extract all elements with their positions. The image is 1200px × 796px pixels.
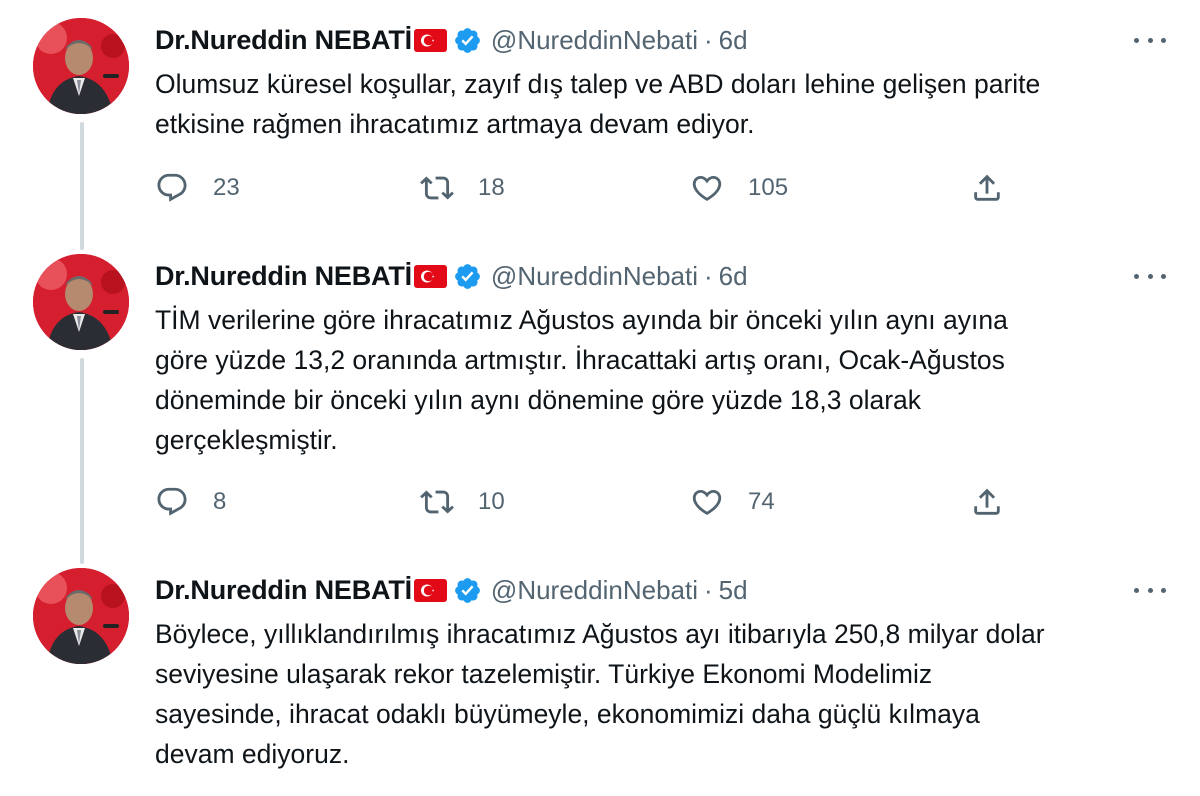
author-name[interactable]: Dr.Nureddin NEBATİ — [155, 261, 412, 292]
tweet-text: TİM verilerine göre ihracatımız Ağustos … — [155, 300, 1165, 460]
reply-icon — [157, 173, 187, 202]
tweet-text-line: sayesinde, ihracat odaklı büyümeyle, eko… — [155, 699, 980, 729]
avatar[interactable] — [33, 254, 129, 350]
separator: · — [703, 24, 713, 55]
reply-count: 23 — [213, 174, 240, 201]
retweet-count: 18 — [478, 174, 505, 201]
avatar[interactable] — [33, 568, 129, 664]
author-name[interactable]: Dr.Nureddin NEBATİ — [155, 25, 412, 56]
heart-icon — [692, 175, 722, 201]
separator: · — [703, 260, 713, 291]
share-icon — [974, 488, 1000, 515]
tweet-header: Dr.Nureddin NEBATİ @NureddinNebati · 6d — [155, 22, 748, 58]
tweet-header: Dr.Nureddin NEBATİ @NureddinNebati · 5d — [155, 572, 748, 608]
turkey-flag-icon — [413, 264, 447, 288]
avatar[interactable] — [33, 18, 129, 114]
verified-badge-icon[interactable] — [453, 576, 482, 605]
reply-count: 8 — [213, 488, 227, 515]
tweet-text-line: TİM verilerine göre ihracatımız Ağustos … — [155, 305, 1008, 335]
tweet-text-line: göre yüzde 13,2 oranında artmıştır. İhra… — [155, 345, 1005, 375]
tweet-actions: 8 10 74 — [155, 482, 1015, 522]
verified-badge-icon[interactable] — [453, 26, 482, 55]
tweet-text: Böylece, yıllıklandırılmış ihracatımız A… — [155, 614, 1165, 774]
tweet-text-line: gerçekleşmiştir. — [155, 425, 338, 455]
retweet-button[interactable]: 10 — [420, 482, 505, 522]
timestamp[interactable]: 6d — [719, 261, 748, 292]
more-options-icon[interactable] — [1130, 264, 1170, 288]
tweet-text-line: Böylece, yıllıklandırılmış ihracatımız A… — [155, 619, 1045, 649]
author-handle[interactable]: @NureddinNebati — [491, 25, 698, 56]
thread-connector-line — [80, 122, 84, 250]
heart-icon — [692, 489, 722, 515]
retweet-count: 10 — [478, 488, 505, 515]
share-button[interactable] — [970, 482, 1004, 522]
timestamp[interactable]: 5d — [719, 575, 748, 606]
author-handle[interactable]: @NureddinNebati — [491, 575, 698, 606]
tweet-text-line: Olumsuz küresel koşullar, zayıf dış tale… — [155, 69, 1041, 99]
like-button[interactable]: 105 — [690, 168, 788, 208]
avatar-image — [33, 254, 129, 350]
tweet-header: Dr.Nureddin NEBATİ @NureddinNebati · 6d — [155, 258, 748, 294]
reply-button[interactable]: 23 — [155, 168, 240, 208]
retweet-icon — [420, 176, 454, 200]
reply-button[interactable]: 8 — [155, 482, 226, 522]
turkey-flag-icon — [413, 28, 447, 52]
retweet-button[interactable]: 18 — [420, 168, 505, 208]
like-count: 74 — [748, 488, 775, 515]
avatar-image — [33, 568, 129, 664]
tweet-actions: 23 18 105 — [155, 168, 1015, 208]
verified-badge-icon[interactable] — [453, 262, 482, 291]
avatar-image — [33, 18, 129, 114]
thread-connector-line — [80, 358, 84, 564]
retweet-icon — [420, 490, 454, 514]
tweet-text-line: seviyesine ulaşarak rekor tazelemiştir. … — [155, 659, 933, 689]
tweet-text-line: devam ediyoruz. — [155, 739, 350, 769]
author-handle[interactable]: @NureddinNebati — [491, 261, 698, 292]
share-icon — [974, 174, 1000, 201]
like-button[interactable]: 74 — [690, 482, 775, 522]
tweet-text-line: döneminde bir önceki yılın aynı dönemine… — [155, 385, 922, 415]
timestamp[interactable]: 6d — [719, 25, 748, 56]
tweet-text-line: etkisine rağmen ihracatımız artmaya deva… — [155, 109, 755, 139]
reply-icon — [157, 487, 187, 516]
tweet-text: Olumsuz küresel koşullar, zayıf dış tale… — [155, 64, 1165, 144]
more-options-icon[interactable] — [1130, 28, 1170, 52]
more-options-icon[interactable] — [1130, 578, 1170, 602]
turkey-flag-icon — [413, 578, 447, 602]
author-name[interactable]: Dr.Nureddin NEBATİ — [155, 575, 412, 606]
share-button[interactable] — [970, 168, 1004, 208]
separator: · — [703, 574, 713, 605]
like-count: 105 — [748, 174, 789, 201]
